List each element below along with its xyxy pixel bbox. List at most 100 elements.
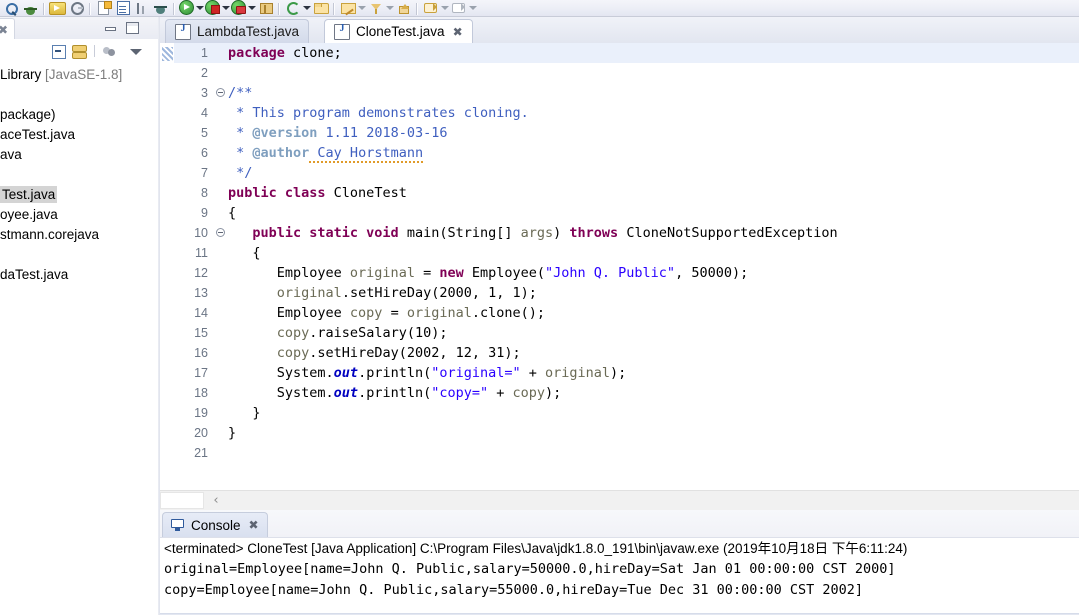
fold-slot: [214, 443, 228, 463]
view-filter-icon[interactable]: [101, 43, 118, 59]
upload-icon[interactable]: [395, 0, 412, 16]
close-icon[interactable]: ✖: [249, 519, 259, 531]
search-icon[interactable]: [3, 0, 20, 16]
link-with-editor-icon[interactable]: [71, 43, 88, 59]
fold-slot: [214, 323, 228, 343]
refresh-icon[interactable]: [284, 0, 301, 16]
chevron-down-icon[interactable]: [195, 0, 204, 16]
scroll-left-icon[interactable]: ‹: [208, 492, 224, 509]
source-code[interactable]: package clone; /** * This program demons…: [228, 43, 1079, 484]
collapse-all-icon[interactable]: [50, 43, 67, 59]
fold-slot: [214, 343, 228, 363]
code-line: System.out.println("original=" + origina…: [228, 363, 1079, 383]
code-token: original: [406, 305, 472, 321]
code-token: out: [333, 385, 359, 401]
tree-item[interactable]: oyee.java: [0, 205, 160, 225]
annotation-prev-icon[interactable]: [422, 0, 439, 16]
tab-console[interactable]: Console ✖: [162, 512, 268, 537]
code-token: new: [439, 265, 464, 281]
chevron-down-icon[interactable]: [302, 0, 311, 16]
tree-item-qualifier: [JavaSE-1.8]: [45, 67, 123, 82]
code-token: System.: [228, 385, 334, 401]
package-explorer-tabbar: ✖: [0, 17, 160, 40]
ant-build-icon[interactable]: [152, 0, 169, 16]
close-icon[interactable]: ✖: [453, 26, 463, 38]
chevron-down-icon[interactable]: [221, 0, 230, 16]
open-folder-icon[interactable]: [312, 0, 329, 16]
code-line: System.out.println("copy=" + copy);: [228, 383, 1079, 403]
line-number: 13: [194, 286, 208, 300]
chevron-down-icon[interactable]: [385, 0, 394, 16]
code-token: Employee: [228, 305, 350, 321]
folding-column[interactable]: [214, 43, 228, 484]
new-java-class-icon[interactable]: [95, 0, 112, 16]
code-token: .setHireDay(2000, 1, 1);: [341, 285, 537, 301]
annotation-next-icon[interactable]: [450, 0, 467, 16]
code-token: =: [414, 265, 440, 281]
external-tools-icon[interactable]: [257, 0, 274, 16]
code-token: +: [520, 365, 546, 381]
code-token: 1.11 2018-03-16: [317, 125, 448, 141]
filter-icon[interactable]: [367, 0, 384, 16]
code-token: }: [228, 405, 261, 421]
chevron-down-icon[interactable]: [468, 0, 477, 16]
view-menu-icon[interactable]: [128, 43, 145, 59]
tree-item[interactable]: aceTest.java: [0, 125, 160, 145]
toolbar-divider: [278, 3, 280, 15]
debug-as-icon[interactable]: [205, 0, 220, 15]
package-explorer-view: ✖ Library [JavaSE-1.8] package) aceTest.ja…: [0, 17, 160, 615]
chevron-down-icon[interactable]: [357, 0, 366, 16]
editor-marker-ruler[interactable]: [160, 43, 175, 484]
run-as-icon[interactable]: [231, 0, 246, 15]
maximize-view-button[interactable]: [125, 21, 139, 34]
code-token: , 50000);: [675, 265, 749, 281]
console-output[interactable]: <terminated> CloneTest [Java Application…: [160, 538, 1079, 615]
line-number: 19: [194, 406, 208, 420]
fold-collapse-icon[interactable]: [214, 83, 228, 103]
debug-icon[interactable]: [22, 0, 39, 16]
tree-item[interactable]: daTest.java: [0, 265, 160, 285]
tree-item[interactable]: package): [0, 105, 160, 125]
settings-icon[interactable]: [68, 0, 85, 16]
code-token: );: [610, 365, 627, 381]
code-line: * This program demonstrates cloning.: [228, 103, 1079, 123]
fold-slot: [214, 303, 228, 323]
line-number: 2: [201, 66, 208, 80]
open-type-icon[interactable]: [339, 0, 356, 16]
code-line: package clone;: [228, 43, 1079, 63]
code-token: original: [349, 265, 415, 281]
main-toolbar: [0, 0, 1079, 17]
chevron-down-icon[interactable]: [247, 0, 256, 16]
line-number: 6: [201, 146, 208, 160]
open-task-icon[interactable]: [114, 0, 131, 16]
line-number: 14: [194, 306, 208, 320]
line-number: 21: [194, 446, 208, 460]
code-token: +: [488, 385, 513, 401]
tab-package-explorer[interactable]: ✖: [0, 18, 16, 40]
editor-tab[interactable]: CloneTest.java ✖: [324, 19, 473, 43]
project-tree[interactable]: Library [JavaSE-1.8] package) aceTest.java…: [0, 65, 160, 285]
close-icon[interactable]: ✖: [0, 23, 8, 37]
code-line: {: [228, 203, 1079, 223]
editor-horizontal-scrollbar[interactable]: ‹: [160, 490, 1079, 510]
code-viewport[interactable]: 1 2 3 4 5 6 7 8 9 10 11 12 13 14 15 16 17 18 19 20 21 packag…: [174, 43, 1079, 484]
line-number: 11: [195, 246, 208, 260]
tree-item[interactable]: ava: [0, 145, 160, 165]
scrollbar-thumb[interactable]: [160, 492, 204, 509]
editor-tab[interactable]: LambdaTest.java: [165, 19, 310, 43]
tree-item[interactable]: Library [JavaSE-1.8]: [0, 65, 160, 85]
code-token: copy: [349, 305, 383, 321]
code-line: /**: [228, 83, 1079, 103]
minimize-view-button[interactable]: [103, 21, 117, 34]
tree-item[interactable]: stmann.corejava: [0, 225, 160, 245]
chevron-down-icon[interactable]: [440, 0, 449, 16]
skip-breakpoints-icon[interactable]: [133, 0, 150, 16]
run-external-tools-icon[interactable]: [49, 2, 66, 15]
run-icon[interactable]: [179, 0, 194, 15]
code-line: public class CloneTest: [228, 183, 1079, 203]
tree-item[interactable]: Test.java: [0, 185, 160, 205]
fold-collapse-icon[interactable]: [214, 223, 228, 243]
code-token: Cay Horstmann: [309, 145, 424, 163]
